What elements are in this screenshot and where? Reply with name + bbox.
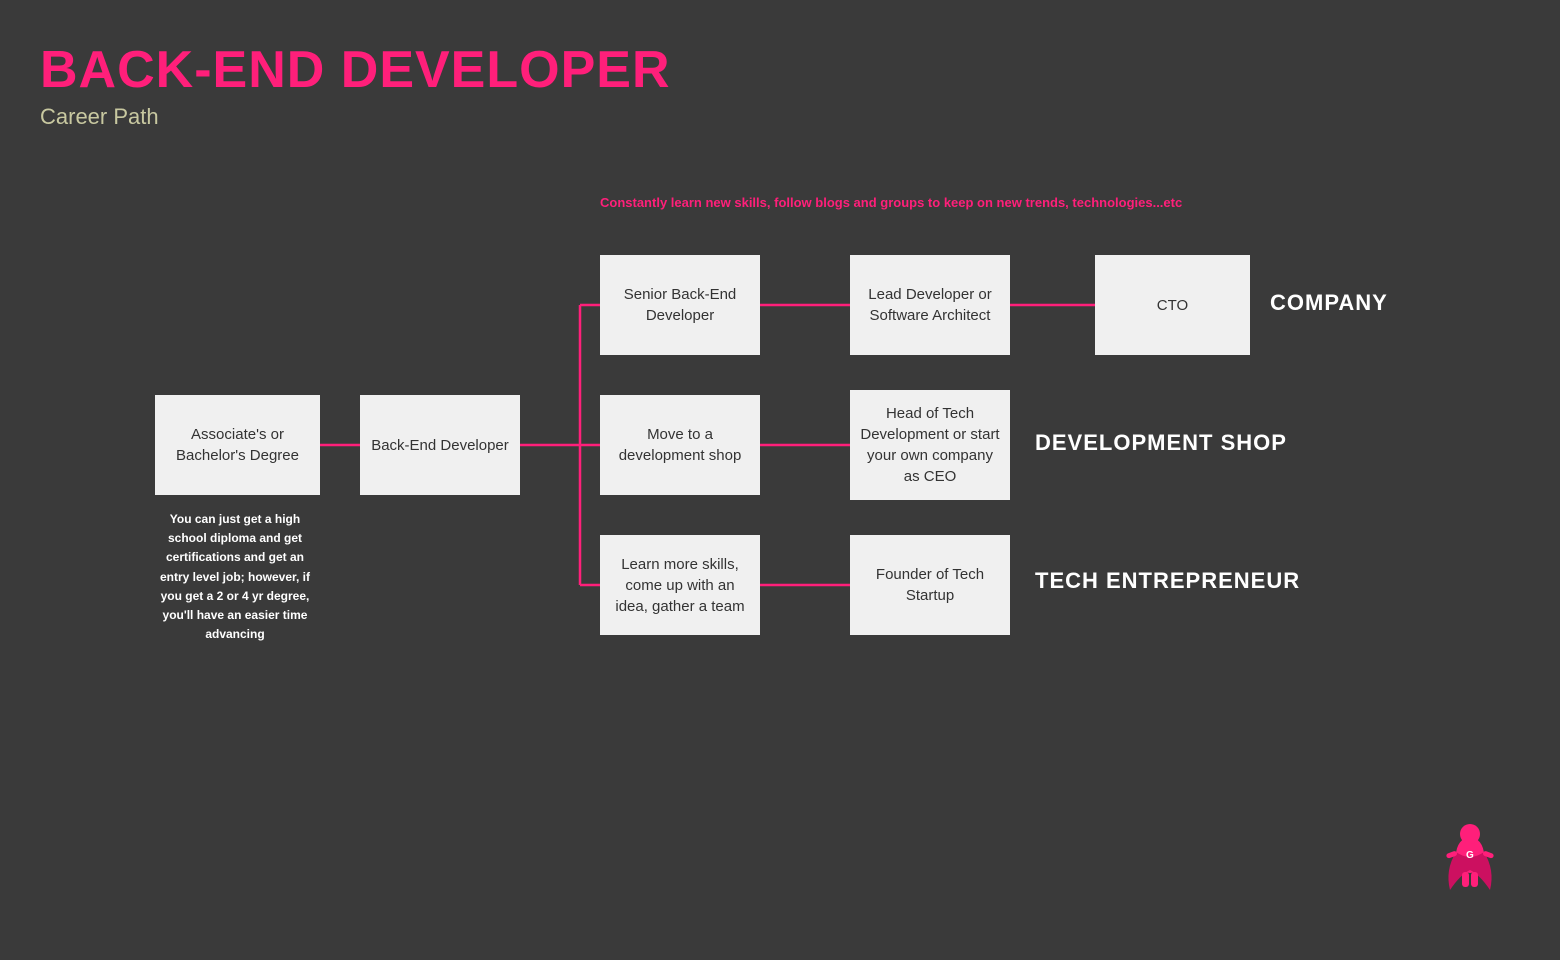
box-backend: Back-End Developer (360, 395, 520, 495)
label-company: COMPANY (1270, 290, 1388, 316)
main-title: BACK-END DEVELOPER (40, 40, 671, 100)
label-entrepreneur: TECH ENTREPRENEUR (1035, 568, 1300, 594)
box-degree: Associate's or Bachelor's Degree (155, 395, 320, 495)
box-cto: CTO (1095, 255, 1250, 355)
label-devshop: DEVELOPMENT SHOP (1035, 430, 1287, 456)
box-senior: Senior Back-End Developer (600, 255, 760, 355)
subtitle: Career Path (40, 104, 671, 130)
box-skills: Learn more skills, come up with an idea,… (600, 535, 760, 635)
box-devshop: Move to a development shop (600, 395, 760, 495)
svg-text:G: G (1466, 850, 1474, 861)
note-text: You can just get a high school diploma a… (155, 510, 315, 644)
tip-text: Constantly learn new skills, follow blog… (600, 195, 1182, 210)
box-head: Head of Tech Development or start your o… (850, 390, 1010, 500)
page-title-block: BACK-END DEVELOPER Career Path (40, 40, 671, 130)
box-lead: Lead Developer or Software Architect (850, 255, 1010, 355)
box-founder: Founder of Tech Startup (850, 535, 1010, 635)
superhero-icon: G (1440, 820, 1500, 900)
